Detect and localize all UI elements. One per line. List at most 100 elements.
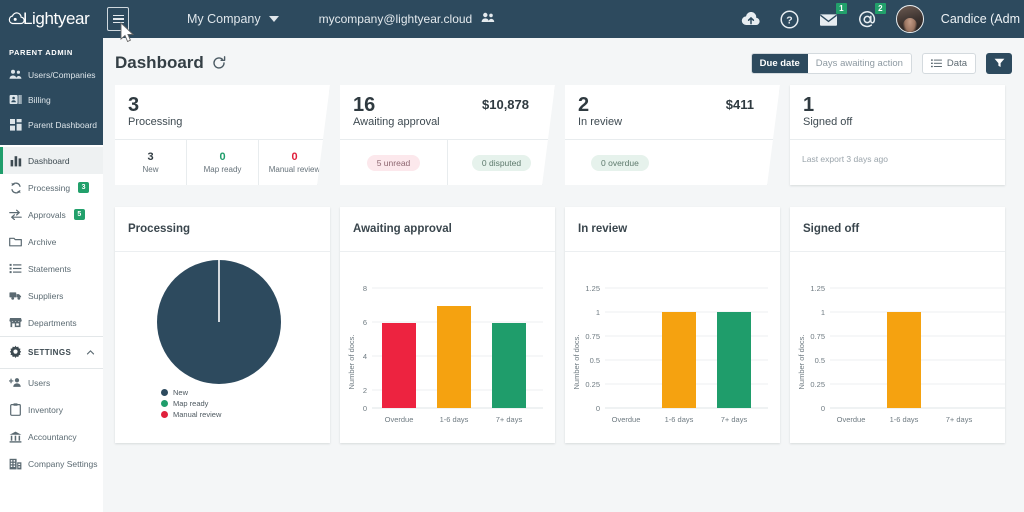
stat-card-processing[interactable]: 3 Processing 3 New 0 Map ready 0 Manual … (115, 85, 330, 185)
stat-cell-manual-review[interactable]: 0 Manual review (259, 140, 330, 185)
bar-1-6-days[interactable] (662, 312, 696, 408)
data-button[interactable]: Data (921, 52, 976, 74)
stat-amount: $411 (725, 97, 754, 112)
sidebar-item-archive[interactable]: Archive (0, 228, 103, 255)
hamburger-menu-icon[interactable] (107, 7, 135, 43)
sidebar-item-billing[interactable]: Billing (0, 87, 103, 112)
stat-cell-map-ready[interactable]: 0 Map ready (187, 140, 259, 185)
top-bar: Lightyear My Company mycompany@lightyear… (0, 0, 1024, 43)
avatar[interactable] (895, 5, 924, 33)
stat-card-bottom: 0 overdue (565, 139, 780, 185)
store-icon (9, 316, 22, 329)
envelope-icon[interactable]: 1 (818, 3, 847, 30)
svg-text:0: 0 (363, 404, 367, 413)
mentions-badge: 2 (874, 3, 886, 14)
svg-text:0.5: 0.5 (590, 356, 600, 365)
pie-legend: New Map ready Manual review (161, 388, 221, 421)
x-tick-labels: Overdue 1-6 days 7+ days (385, 415, 523, 424)
sidebar-item-users-companies[interactable]: Users/Companies (0, 62, 103, 87)
svg-text:0.75: 0.75 (810, 332, 825, 341)
data-button-label: Data (946, 57, 967, 69)
svg-text:Number of docs.: Number of docs. (797, 334, 806, 389)
arrows-exchange-icon (9, 208, 22, 221)
svg-text:?: ? (787, 14, 793, 26)
status-badge-disputed[interactable]: 0 disputed (471, 154, 532, 171)
sort-segmented-control: Due date Days awaiting action (750, 52, 912, 74)
svg-text:7+ days: 7+ days (721, 415, 748, 424)
company-selector[interactable]: My Company (187, 12, 279, 26)
sidebar-item-label: Statements (28, 263, 71, 274)
sidebar-item-label: Company Settings (28, 458, 98, 469)
app-logo[interactable]: Lightyear (0, 0, 103, 38)
chip-slot: 0 overdue (565, 140, 780, 185)
sidebar-item-processing[interactable]: Processing 3 (0, 174, 103, 201)
status-badge-unread[interactable]: 5 unread (366, 154, 421, 171)
sidebar-item-accountancy[interactable]: Accountancy (0, 423, 103, 450)
sidebar-item-approvals[interactable]: Approvals 5 (0, 201, 103, 228)
svg-text:7+ days: 7+ days (496, 415, 523, 424)
sidebar-item-statements[interactable]: Statements (0, 255, 103, 282)
sidebar-item-users[interactable]: Users (0, 369, 103, 396)
stat-count: 1 (803, 94, 815, 116)
mail-badge: 1 (835, 3, 847, 14)
segment-due-date[interactable]: Due date (751, 53, 808, 73)
grid-dashboard-icon (9, 118, 22, 131)
at-sign-icon[interactable]: 2 (857, 3, 886, 30)
y-axis-label: Number of docs. (797, 334, 806, 389)
bar-1-6-days[interactable] (437, 306, 471, 408)
sidebar-item-departments[interactable]: Departments (0, 309, 103, 336)
svg-text:Number of docs.: Number of docs. (572, 334, 581, 389)
bar-chart-svg: Number of docs. 0 0.25 0.5 0.75 1 1.25 O… (572, 284, 768, 424)
bar-7-plus-days[interactable] (492, 323, 526, 408)
stat-card-awaiting-approval[interactable]: 16 Awaiting approval $10,878 5 unread 0 … (340, 85, 555, 185)
stat-card-top: 1 Signed off (790, 85, 1005, 139)
page-header: Dashboard Due date Days awaiting action … (103, 38, 1024, 78)
cloud-upload-icon[interactable] (740, 8, 762, 30)
sidebar-item-company-settings[interactable]: Company Settings (0, 450, 103, 477)
y-axis-label: Number of docs. (347, 334, 356, 389)
sidebar-item-inventory[interactable]: Inventory (0, 396, 103, 423)
stat-cell-new[interactable]: 3 New (115, 140, 187, 185)
question-mark-icon[interactable]: ? (779, 8, 801, 30)
svg-text:1.25: 1.25 (585, 284, 600, 293)
stat-card-in-review[interactable]: 2 In review $411 0 overdue (565, 85, 780, 185)
svg-text:6: 6 (363, 318, 367, 327)
bar-chart-svg: Number of docs. 0 2 4 6 8 Overdue 1-6 da… (347, 284, 543, 424)
bar-1-6-days[interactable] (887, 312, 921, 408)
svg-text:4: 4 (363, 352, 367, 361)
sidebar-section-title: PARENT ADMIN (9, 48, 73, 57)
cell-label: New (142, 165, 159, 174)
filter-icon (994, 58, 1004, 67)
sidebar-item-dashboard[interactable]: Dashboard (0, 147, 103, 174)
user-name[interactable]: Candice (Adm (941, 12, 1020, 26)
legend-item[interactable]: Manual review (161, 410, 221, 419)
svg-text:1-6 days: 1-6 days (890, 415, 919, 424)
legend-item[interactable]: New (161, 388, 221, 397)
tenant-domain[interactable]: mycompany@lightyear.cloud (319, 12, 496, 26)
segment-days-awaiting-action[interactable]: Days awaiting action (807, 53, 911, 73)
bank-icon (9, 430, 22, 443)
stat-card-top: 2 In review $411 (565, 85, 780, 139)
sidebar-settings-group[interactable]: SETTINGS (0, 336, 103, 369)
bar-chart-signed-off: Number of docs. 0 0.25 0.5 0.75 1 1.25 O… (790, 252, 1005, 443)
top-bar-actions: ? 1 2 Candice (Adm (740, 3, 1024, 33)
status-badge-overdue[interactable]: 0 overdue (591, 154, 649, 171)
legend-label: Map ready (173, 399, 209, 408)
chart-card-processing: Processing New Map ready Manual review (115, 207, 330, 443)
bar-7-plus-days[interactable] (717, 312, 751, 408)
chart-card-awaiting-approval: Awaiting approval Number of docs. 0 2 4 … (340, 207, 555, 443)
refresh-icon[interactable] (212, 56, 226, 70)
svg-text:1: 1 (821, 308, 825, 317)
sidebar-settings-label: SETTINGS (28, 348, 72, 357)
sidebar-main-nav: Dashboard Processing 3 Approvals 5 Archi… (0, 145, 103, 477)
stat-card-row: 3 Processing 3 New 0 Map ready 0 Manual … (103, 78, 1024, 185)
filter-button[interactable] (986, 52, 1012, 74)
sidebar-item-suppliers[interactable]: Suppliers (0, 282, 103, 309)
bar-overdue[interactable] (382, 323, 416, 408)
clipboard-icon (9, 403, 22, 416)
sidebar-item-label: Inventory (28, 404, 63, 415)
svg-text:8: 8 (363, 284, 367, 293)
legend-item[interactable]: Map ready (161, 399, 221, 408)
sidebar-item-parent-dashboard[interactable]: Parent Dashboard (0, 112, 103, 137)
stat-card-signed-off[interactable]: 1 Signed off Last export 3 days ago (790, 85, 1005, 185)
